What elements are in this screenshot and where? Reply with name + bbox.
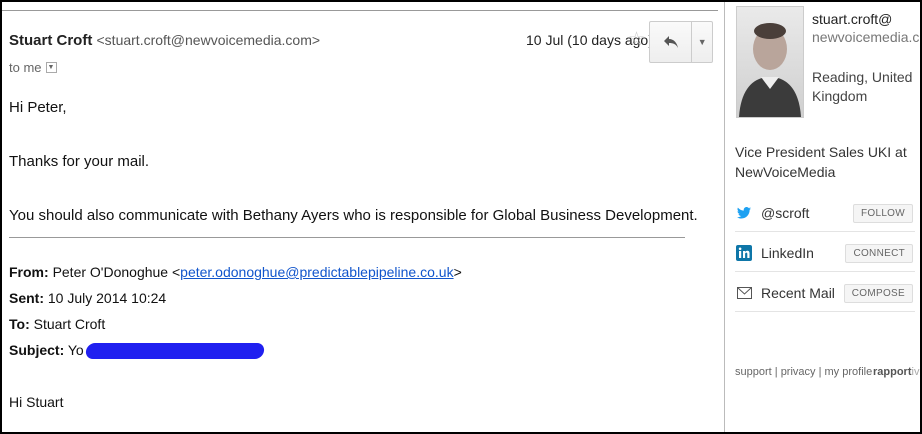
quoted-to-label: To:: [9, 316, 30, 332]
contact-location-line-1: Reading, United: [812, 69, 913, 85]
quoted-sent-value: 10 July 2014 10:24: [47, 290, 167, 306]
quoted-sent: Sent: 10 July 2014 10:24: [9, 290, 166, 306]
message-greeting: Hi Peter,: [9, 99, 67, 116]
row-divider: [735, 311, 915, 312]
my-profile-link[interactable]: my profile: [825, 366, 873, 378]
footer-separator: |: [815, 366, 825, 378]
row-divider: [735, 271, 915, 272]
quoted-to-value: Stuart Croft: [33, 316, 106, 332]
quoted-from-name: Peter O'Donoghue <: [52, 264, 181, 280]
redaction-mark: [84, 343, 265, 360]
twitter-handle[interactable]: @scroft: [761, 205, 853, 221]
more-actions-button[interactable]: ▼: [691, 22, 712, 62]
sidebar-footer: support | privacy | my profile: [735, 366, 872, 378]
privacy-link[interactable]: privacy: [781, 366, 816, 378]
connect-button[interactable]: CONNECT: [845, 243, 913, 263]
quoted-subject-visible: Yo: [67, 342, 84, 358]
contact-role-line-1: Vice President Sales UKI at: [735, 144, 907, 160]
quoted-sent-label: Sent:: [9, 290, 44, 306]
sender-line: Stuart Croft <stuart.croft@newvoicemedia…: [9, 32, 320, 49]
email-window: Stuart Croft <stuart.croft@newvoicemedia…: [0, 0, 922, 434]
twitter-row: @scroft FOLLOW: [735, 199, 913, 227]
contact-name: stuart.croft@ newvoicemedia.com: [812, 10, 920, 46]
message-line-2: You should also communicate with Bethany…: [9, 207, 698, 224]
person-photo-icon: [739, 23, 801, 117]
chevron-down-icon: ▼: [697, 37, 707, 47]
contact-location-line-2: Kingdom: [812, 88, 868, 104]
row-divider: [735, 231, 915, 232]
reply-button[interactable]: [650, 22, 691, 62]
quoted-subject-label: Subject:: [9, 342, 65, 358]
quoted-from: From: Peter O'Donoghue <peter.odonoghue@…: [9, 264, 462, 280]
linkedin-row: LinkedIn CONNECT: [735, 239, 913, 267]
top-divider: [2, 10, 718, 11]
mail-icon: [735, 284, 753, 302]
support-link[interactable]: support: [735, 366, 772, 378]
quoted-greeting: Hi Stuart: [9, 394, 64, 410]
message-line-1: Thanks for your mail.: [9, 153, 150, 170]
contact-name-line-1: stuart.croft@: [812, 11, 893, 27]
contact-role-line-2: NewVoiceMedia: [735, 164, 836, 180]
rapportive-logo: rapportive: [873, 366, 921, 378]
quoted-from-email-link[interactable]: peter.odonoghue@predictablepipeline.co.u…: [180, 264, 453, 280]
sender-name[interactable]: Stuart Croft: [9, 32, 92, 49]
recent-mail-label[interactable]: Recent Mail: [761, 285, 844, 301]
compose-button[interactable]: COMPOSE: [843, 283, 913, 303]
quoted-from-label: From:: [9, 264, 49, 280]
sender-email: <stuart.croft@newvoicemedia.com>: [96, 32, 321, 48]
contact-sidebar: stuart.croft@ newvoicemedia.com Reading,…: [725, 2, 920, 432]
recipient-line[interactable]: to me ▼: [9, 60, 57, 75]
brand-text: rapport: [873, 366, 912, 378]
follow-button[interactable]: FOLLOW: [852, 203, 913, 223]
avatar: [736, 6, 804, 118]
twitter-icon: [735, 204, 753, 222]
quoted-from-close: >: [453, 264, 462, 280]
email-pane: Stuart Croft <stuart.croft@newvoicemedia…: [2, 2, 722, 432]
contact-role: Vice President Sales UKI at NewVoiceMedi…: [735, 142, 907, 182]
quoted-to: To: Stuart Croft: [9, 316, 105, 332]
brand-text-light: ive: [911, 366, 921, 378]
contact-name-line-2: newvoicemedia.com: [812, 29, 920, 45]
recipient-details-icon[interactable]: ▼: [45, 62, 57, 73]
reply-icon: [663, 36, 678, 48]
footer-separator: |: [771, 366, 781, 378]
reply-button-group: ▼: [649, 21, 713, 63]
star-icon[interactable]: ☆: [628, 28, 645, 51]
recent-mail-row: Recent Mail COMPOSE: [735, 279, 913, 307]
recipient-label: to me: [9, 60, 42, 75]
linkedin-label[interactable]: LinkedIn: [761, 245, 845, 261]
contact-location: Reading, United Kingdom: [812, 68, 912, 106]
linkedin-icon: [735, 244, 753, 262]
quote-divider: [9, 237, 685, 238]
quoted-subject: Subject: Yo: [9, 342, 265, 360]
